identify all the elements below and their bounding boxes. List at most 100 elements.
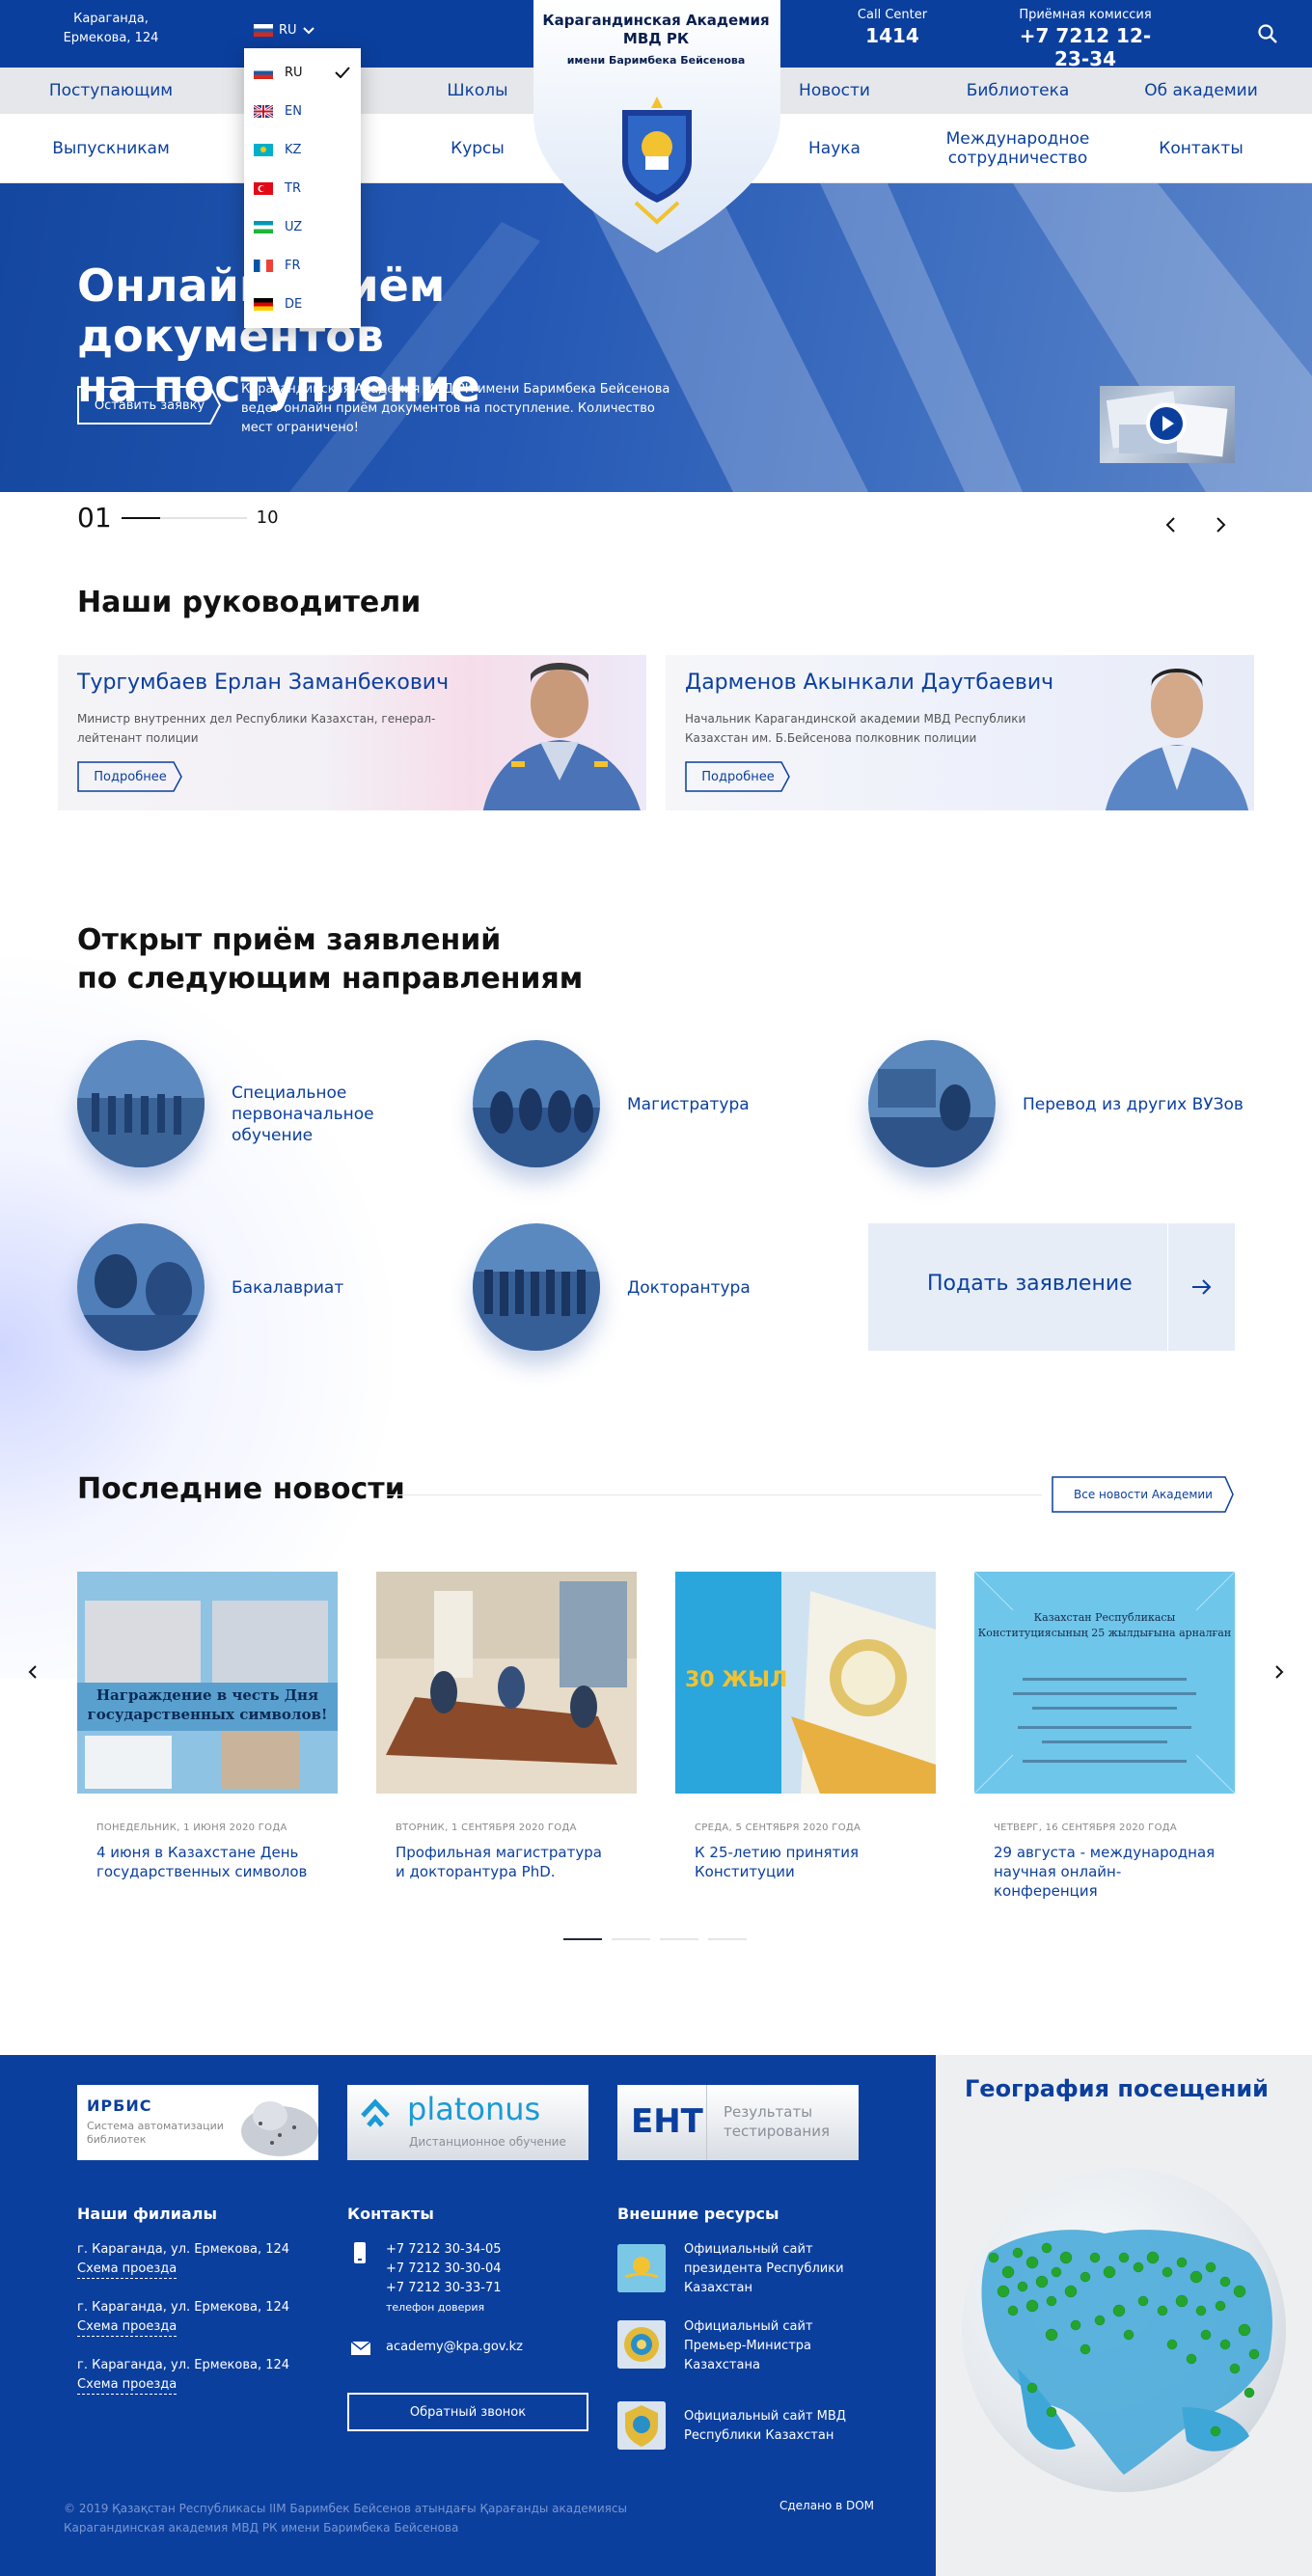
nav-courses[interactable]: Курсы <box>405 114 550 183</box>
news-heading: Последние новости <box>77 1472 405 1506</box>
snow-leopard-icon <box>241 2101 318 2156</box>
news-card[interactable]: ВТОРНИК, 1 СЕНТЯБРЯ 2020 ГОДА Профильная… <box>376 1572 637 1881</box>
news-title: 29 августа - международная научная онлай… <box>994 1844 1216 1900</box>
academy-logo-title: Карагандинская Академия МВД РК <box>542 12 770 47</box>
leader-more-label: Подробнее <box>94 769 167 784</box>
chevron-right-icon[interactable] <box>1273 1664 1285 1680</box>
admission-number: +7 7212 12-23-34 <box>1019 24 1152 70</box>
direction-item[interactable]: Перевод из других ВУЗов <box>868 1040 1244 1170</box>
news-card[interactable]: Награждение в честь Дня государственных … <box>77 1572 338 1881</box>
russia-flag-icon <box>254 66 273 79</box>
branches-heading: Наши филиалы <box>77 2205 217 2223</box>
news-image-caption: Казахстан Республикасы Конституциясының … <box>977 1611 1232 1639</box>
nav-library[interactable]: Библиотека <box>945 68 1090 114</box>
nav-contacts[interactable]: Контакты <box>1129 114 1273 183</box>
platonus-logo-link[interactable]: platonus Дистанционное обучение <box>347 2085 588 2160</box>
language-switcher[interactable]: RU <box>254 23 314 38</box>
phone-number[interactable]: +7 7212 30-33-71 <box>386 2279 502 2298</box>
call-center-label: Call Center <box>857 8 928 22</box>
all-news-label: Все новости Академии <box>1074 1488 1213 1501</box>
play-icon[interactable] <box>1146 403 1187 444</box>
lang-option-fr[interactable]: FR <box>254 255 350 276</box>
nav-news[interactable]: Новости <box>762 68 907 114</box>
slide-total: 10 <box>256 507 279 528</box>
irbis-logo-link[interactable]: ИРБИС Система автоматизации библиотек <box>77 2085 318 2160</box>
leader-card[interactable]: Дарменов Акынкали Даутбаевич Начальник К… <box>666 655 1254 810</box>
news-card[interactable]: 30 ЖЫЛ СРЕДА, 5 СЕНТЯБРЯ 2020 ГОДА К 25-… <box>675 1572 936 1881</box>
visits-map-title: География посещений <box>965 2075 1269 2102</box>
pagination-dot[interactable] <box>708 1938 747 1940</box>
pagination-dot[interactable] <box>612 1938 650 1940</box>
header-address: Караганда, Ермекова, 124 <box>63 12 159 45</box>
nav-graduates[interactable]: Выпускникам <box>39 114 183 183</box>
phone-number[interactable]: +7 7212 30-34-05 <box>386 2240 502 2260</box>
news-pagination <box>563 1938 747 1940</box>
lang-option-en[interactable]: EN <box>254 100 350 122</box>
news-title: 4 июня в Казахстане День государственных… <box>96 1844 308 1880</box>
lang-option-de[interactable]: DE <box>254 293 350 315</box>
ent-divider <box>706 2085 707 2160</box>
directions-link[interactable]: Схема проезда <box>77 2261 178 2279</box>
submit-application-button[interactable]: Подать заявление <box>868 1223 1235 1351</box>
chevron-left-icon[interactable] <box>27 1664 39 1680</box>
resource-link[interactable]: Официальный сайт Премьер-Министра Казахс… <box>684 2317 848 2375</box>
ent-name: ЕНТ <box>631 2102 703 2141</box>
slide-progress <box>121 516 247 519</box>
direction-item[interactable]: Бакалавриат <box>77 1223 405 1354</box>
resources-heading: Внешние ресурсы <box>617 2205 779 2223</box>
leader-photo <box>482 663 641 810</box>
directions-link[interactable]: Схема проезда <box>77 2318 178 2337</box>
pagination-dot[interactable] <box>563 1938 602 1940</box>
lang-option-tr[interactable]: TR <box>254 178 350 199</box>
callback-button[interactable]: Обратный звонок <box>347 2393 588 2431</box>
checkmark-icon <box>335 67 350 78</box>
nav-schools[interactable]: Школы <box>405 68 550 114</box>
news-title: Профильная магистратура и докторантура P… <box>396 1844 602 1880</box>
lang-option-label: TR <box>285 180 301 196</box>
direction-item[interactable]: Магистратура <box>473 1040 801 1170</box>
leader-more-button[interactable]: Подробнее <box>685 761 791 792</box>
direction-photo <box>473 1040 600 1167</box>
search-icon[interactable] <box>1257 23 1278 44</box>
nav-about[interactable]: Об академии <box>1129 68 1273 114</box>
leader-card[interactable]: Тургумбаев Ерлан Заманбекович Министр вн… <box>58 655 646 810</box>
platonus-subtitle: Дистанционное обучение <box>409 2135 566 2149</box>
leader-photo <box>1106 669 1248 810</box>
news-card[interactable]: Казахстан Республикасы Конституциясының … <box>974 1572 1235 1901</box>
platonus-name: platonus <box>407 2091 541 2127</box>
nav-science[interactable]: Наука <box>762 114 907 183</box>
direction-item[interactable]: Докторантура <box>473 1223 801 1354</box>
resource-link[interactable]: Официальный сайт МВД Республики Казахста… <box>684 2407 848 2446</box>
leader-more-button[interactable]: Подробнее <box>77 761 183 792</box>
leave-request-button[interactable]: Оставить заявку <box>77 386 222 425</box>
mvd-emblem-icon <box>617 2401 666 2450</box>
pagination-dot[interactable] <box>660 1938 698 1940</box>
directions-link[interactable]: Схема проезда <box>77 2376 178 2395</box>
visits-globe-map[interactable] <box>960 2166 1288 2494</box>
news-date: СРЕДА, 5 СЕНТЯБРЯ 2020 ГОДА <box>695 1822 861 1833</box>
lang-option-ru[interactable]: RU <box>254 62 350 83</box>
resource-link[interactable]: Официальный сайт президента Республики К… <box>684 2240 848 2298</box>
directions-heading: Открыт приём заявлений по следующим напр… <box>77 923 584 996</box>
email-link[interactable]: academy@kpa.gov.kz <box>386 2338 523 2357</box>
ent-logo-link[interactable]: ЕНТ Результаты тестирования <box>617 2085 859 2160</box>
call-center[interactable]: Call Center 1414 <box>849 8 936 47</box>
admission-phone[interactable]: Приёмная комиссия +7 7212 12-23-34 <box>1003 8 1167 70</box>
language-dropdown: RU EN KZ TR UZ FR DE <box>244 48 361 328</box>
made-by-link[interactable]: Сделано в DOM <box>779 2499 874 2512</box>
chevron-down-icon <box>302 26 314 34</box>
nav-international[interactable]: Международное сотрудничество <box>936 114 1100 183</box>
news-image: 30 ЖЫЛ <box>675 1572 936 1794</box>
arrow-right-icon <box>1167 1223 1235 1351</box>
lang-option-uz[interactable]: UZ <box>254 216 350 237</box>
chevron-left-icon[interactable] <box>1164 516 1178 534</box>
chevron-right-icon[interactable] <box>1214 516 1227 534</box>
admission-label: Приёмная комиссия <box>1019 8 1152 22</box>
news-title: К 25-летию принятия Конституции <box>695 1844 860 1880</box>
russia-flag-icon <box>254 24 273 37</box>
direction-item[interactable]: Специальное первоначальное обучение <box>77 1040 405 1170</box>
nav-applicants[interactable]: Поступающим <box>39 68 183 114</box>
all-news-button[interactable]: Все новости Академии <box>1052 1476 1235 1513</box>
lang-option-kz[interactable]: KZ <box>254 139 350 160</box>
phone-number[interactable]: +7 7212 30-30-04 <box>386 2260 502 2279</box>
